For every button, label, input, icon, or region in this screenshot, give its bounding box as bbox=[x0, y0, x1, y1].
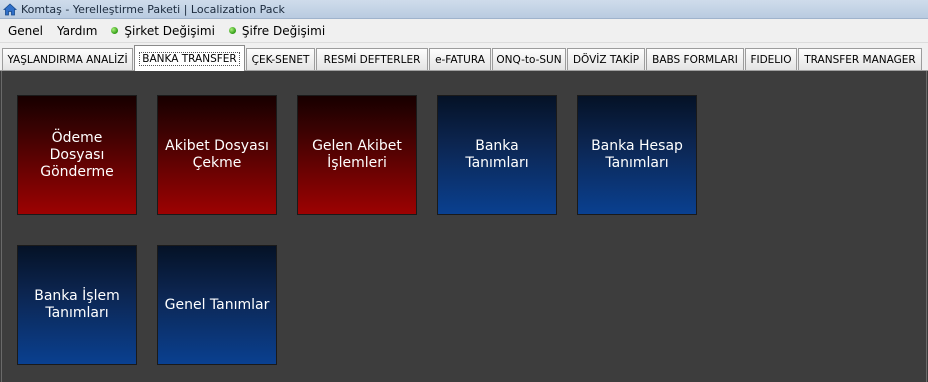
tab-babs-formlari[interactable]: BABS FORMLARI bbox=[646, 48, 744, 70]
tab-resmi-defterler[interactable]: RESMİ DEFTERLER bbox=[316, 48, 428, 70]
green-dot-icon bbox=[228, 27, 236, 34]
menu-sifre-label: Şifre Değişimi bbox=[241, 23, 326, 38]
tab-label: RESMİ DEFTERLER bbox=[323, 53, 421, 66]
tab-label: BABS FORMLARI bbox=[652, 53, 738, 66]
window-title: Komtaş - Yerelleştirme Paketi | Localiza… bbox=[21, 2, 285, 16]
menu-bar: Genel Yardım Şirket Değişimi Şifre Değiş… bbox=[0, 19, 928, 43]
menu-sirket-degisimi[interactable]: Şirket Değişimi bbox=[104, 24, 222, 38]
tab-fidelio[interactable]: FIDELIO bbox=[745, 48, 797, 70]
tab-label: ÇEK-SENET bbox=[251, 53, 310, 66]
menu-sifre-degisimi[interactable]: Şifre Değişimi bbox=[222, 24, 332, 38]
tile-banka-islem-tanimlari[interactable]: Banka İşlem Tanımları bbox=[17, 245, 137, 365]
menu-yardim-label: Yardım bbox=[57, 23, 98, 38]
tab-label: DÖVİZ TAKİP bbox=[572, 53, 640, 66]
tile-gelen-akibet-islemleri[interactable]: Gelen Akibet İşlemleri bbox=[297, 95, 417, 215]
tile-banka-hesap-tanimlari[interactable]: Banka Hesap Tanımları bbox=[577, 95, 697, 215]
menu-genel[interactable]: Genel bbox=[0, 24, 50, 38]
menu-genel-label: Genel bbox=[8, 23, 44, 38]
tab-banka-transfer[interactable]: BANKA TRANSFER bbox=[134, 45, 245, 71]
title-bar: Komtaş - Yerelleştirme Paketi | Localiza… bbox=[0, 0, 928, 19]
tile-genel-tanimlar[interactable]: Genel Tanımlar bbox=[157, 245, 277, 365]
tile-banka-tanimlari[interactable]: Banka Tanımları bbox=[437, 95, 557, 215]
tile-akibet-dosyasi-cekme[interactable]: Akibet Dosyası Çekme bbox=[157, 95, 277, 215]
tile-label: Banka Hesap Tanımları bbox=[591, 138, 683, 171]
tab-label: TRANSFER MANAGER bbox=[804, 53, 916, 66]
tile-odeme-dosyasi-gonderme[interactable]: Ödeme Dosyası Gönderme bbox=[17, 95, 137, 215]
tab-transfer-manager[interactable]: TRANSFER MANAGER bbox=[798, 48, 922, 70]
tab-yaslandirma-analizi[interactable]: YAŞLANDIRMA ANALİZİ bbox=[2, 48, 133, 70]
tab-strip: YAŞLANDIRMA ANALİZİ BANKA TRANSFER ÇEK-S… bbox=[0, 43, 928, 71]
home-icon bbox=[3, 2, 17, 15]
tab-doviz-takip[interactable]: DÖVİZ TAKİP bbox=[567, 48, 645, 70]
tab-content-panel: Ödeme Dosyası Gönderme Akibet Dosyası Çe… bbox=[1, 71, 927, 382]
tile-label: Banka İşlem Tanımları bbox=[34, 288, 120, 321]
tab-label: FIDELIO bbox=[750, 53, 792, 66]
tile-label: Banka Tanımları bbox=[465, 138, 529, 171]
tab-e-fatura[interactable]: e-FATURA bbox=[429, 48, 491, 70]
tab-cek-senet[interactable]: ÇEK-SENET bbox=[246, 48, 315, 70]
tile-label: Gelen Akibet İşlemleri bbox=[312, 138, 402, 171]
tab-label: YAŞLANDIRMA ANALİZİ bbox=[7, 53, 128, 66]
tile-label: Ödeme Dosyası Gönderme bbox=[40, 129, 114, 180]
tab-label: e-FATURA bbox=[435, 53, 485, 66]
tab-label: ONQ-to-SUN bbox=[496, 53, 562, 66]
menu-sirket-label: Şirket Değişimi bbox=[124, 23, 215, 38]
green-dot-icon bbox=[111, 27, 119, 34]
tab-onq-to-sun[interactable]: ONQ-to-SUN bbox=[492, 48, 566, 70]
menu-yardim[interactable]: Yardım bbox=[50, 24, 104, 38]
tab-label: BANKA TRANSFER bbox=[139, 51, 240, 66]
tile-label: Genel Tanımlar bbox=[164, 296, 270, 313]
tile-label: Akibet Dosyası Çekme bbox=[165, 138, 269, 171]
